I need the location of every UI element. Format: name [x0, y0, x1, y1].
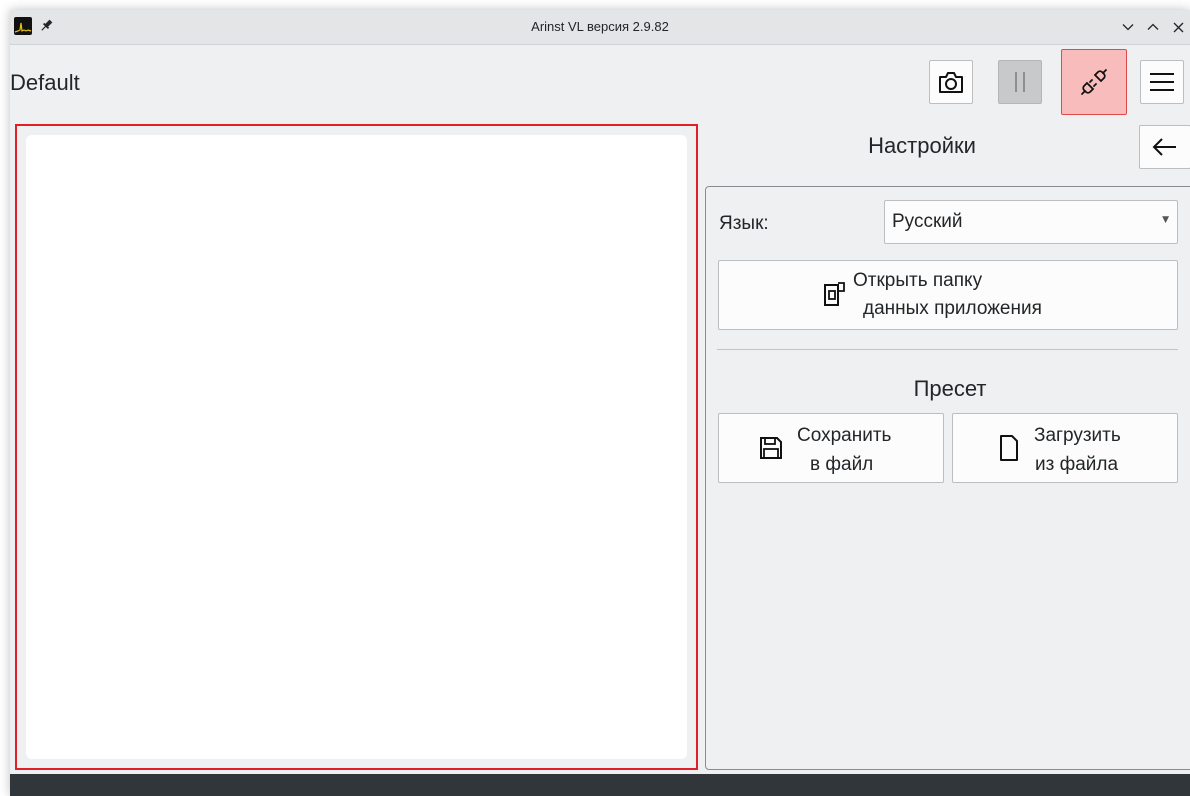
save-label-line1: Сохранить: [797, 425, 892, 446]
language-select[interactable]: Русский ▼: [884, 200, 1178, 244]
preset-section-title: Пресет: [913, 376, 987, 401]
hamburger-menu-icon: [1149, 72, 1175, 92]
title-bar: Arinst VL версия 2.9.82: [10, 10, 1190, 45]
language-value: Русский: [892, 211, 963, 232]
close-icon[interactable]: [1168, 17, 1188, 37]
save-label-line2: в файл: [810, 454, 874, 475]
minimize-icon[interactable]: [1118, 17, 1138, 37]
chart-area: [15, 124, 698, 770]
open-folder-label-line2: данных приложения: [863, 298, 1042, 319]
pause-icon: [1013, 71, 1027, 93]
maximize-icon[interactable]: [1143, 17, 1163, 37]
open-app-data-folder-button[interactable]: Открыть папку данных приложения: [718, 260, 1178, 330]
connect-button[interactable]: [1061, 49, 1127, 115]
open-folder-label-line1: Открыть папку: [853, 270, 983, 291]
status-bar: [10, 774, 1190, 796]
app-window: Arinst VL версия 2.9.82 Default Настройк…: [10, 10, 1190, 796]
document-folder-icon: [823, 279, 847, 309]
arrow-left-icon: [1152, 137, 1178, 157]
load-from-file-button[interactable]: Загрузить из файла: [952, 413, 1178, 483]
load-label-line2: из файла: [1035, 454, 1119, 475]
back-button[interactable]: [1139, 125, 1190, 169]
chart-canvas[interactable]: [26, 135, 687, 759]
floppy-disk-icon: [759, 436, 783, 460]
divider: [717, 349, 1178, 350]
dropdown-arrow-icon: ▼: [1162, 215, 1169, 225]
plug-connect-icon: [1079, 67, 1109, 97]
settings-title: Настройки: [868, 133, 976, 158]
window-title: Arinst VL версия 2.9.82: [531, 19, 669, 34]
load-label-line1: Загрузить: [1034, 425, 1121, 446]
main-menu-button[interactable]: [1140, 60, 1184, 104]
camera-icon: [938, 70, 964, 94]
document-icon: [999, 434, 1019, 462]
screenshot-button[interactable]: [929, 60, 973, 104]
preset-name: Default: [10, 70, 80, 95]
pause-button[interactable]: [998, 60, 1042, 104]
save-to-file-button[interactable]: Сохранить в файл: [718, 413, 944, 483]
language-label: Язык:: [719, 213, 769, 234]
